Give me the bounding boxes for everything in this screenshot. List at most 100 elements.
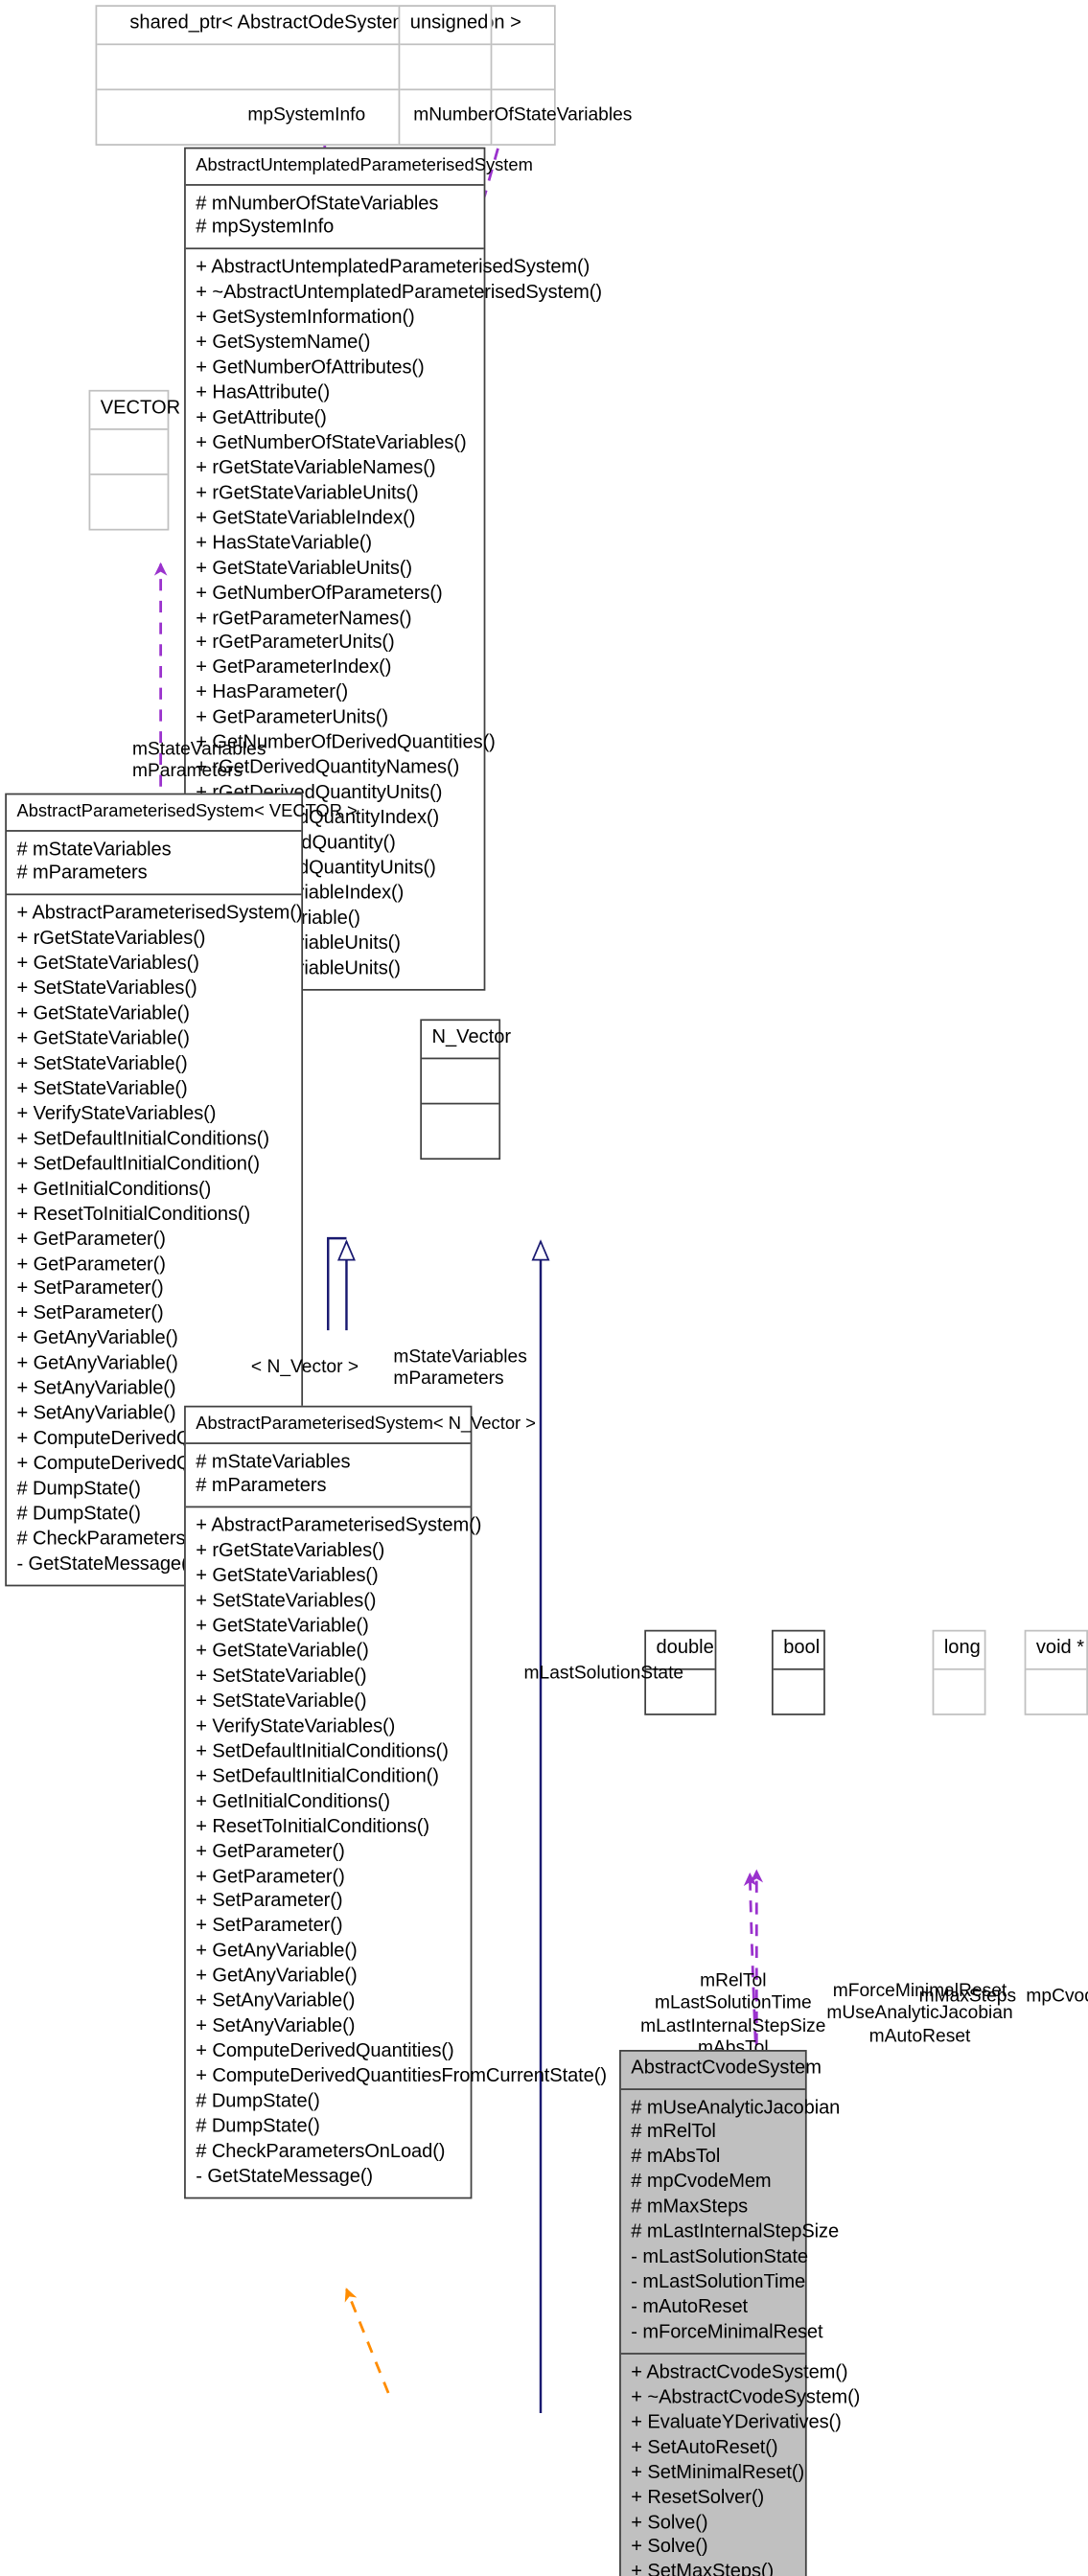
member-row: # DumpState() (196, 2091, 320, 2112)
member-row: + GetAnyVariable() (196, 1966, 358, 1988)
member-row: + SetStateVariables() (16, 978, 197, 1000)
class-title: AbstractCvodeSystem (631, 2058, 822, 2079)
member-row: + GetInitialConditions() (196, 1791, 391, 1812)
member-row: + SetMinimalReset() (631, 2462, 805, 2483)
class-box-n-vector[interactable]: N_Vector (420, 1019, 512, 1160)
member-row: - mLastSolutionTime (631, 2272, 806, 2293)
member-row: + EvaluateYDerivatives() (631, 2412, 842, 2433)
member-row: + SetAnyVariable() (196, 1991, 356, 2012)
class-title: VECTOR (100, 398, 181, 419)
member-row: + SetStateVariable() (16, 1054, 188, 1075)
member-row: + SetMaxSteps() (631, 2563, 775, 2576)
member-row: # mMaxSteps (631, 2197, 749, 2219)
member-row: + SetParameter() (196, 1917, 343, 1937)
member-row: + HasAttribute() (196, 382, 331, 403)
member-row: # mStateVariables (196, 1451, 351, 1472)
attributes-compartment: # mStateVariables # mParameters (7, 831, 301, 894)
member-row: + GetStateVariableUnits() (196, 558, 412, 579)
member-row: + AbstractCvodeSystem() (631, 2362, 848, 2383)
member-row: + GetStateVariable() (196, 1617, 369, 1637)
attributes-compartment (1026, 1669, 1086, 1713)
operations-compartment: + AbstractCvodeSystem() + ~AbstractCvodeS… (621, 2355, 861, 2576)
member-row: + VerifyStateVariables() (16, 1104, 217, 1125)
class-title: long (943, 1638, 981, 1659)
member-row: + GetStateVariables() (16, 954, 199, 975)
edge-label-mpsysteminfo: mpSystemInfo (247, 105, 366, 126)
edge-label-template-nvector: < N_Vector > (250, 1357, 359, 1378)
member-row: + SetDefaultInitialConditions() (196, 1741, 449, 1762)
member-row: + ~AbstractUntemplatedParameterisedSyste… (196, 283, 603, 304)
member-row: + rGetStateVariableNames() (196, 458, 436, 479)
class-title: bool (783, 1638, 821, 1659)
member-row: + VerifyStateVariables() (196, 1716, 396, 1737)
member-row: + GetAnyVariable() (196, 1942, 358, 1963)
member-row: # CheckParametersOnLoad() (196, 2141, 446, 2162)
member-row: + SetStateVariable() (196, 1691, 367, 1713)
class-box-bool[interactable]: bool (771, 1629, 825, 1714)
member-row: + ResetToInitialConditions() (196, 1816, 429, 1837)
member-row: + GetParameterUnits() (196, 708, 389, 729)
member-row: + rGetParameterUnits() (196, 632, 395, 654)
member-row: + SetDefaultInitialConditions() (16, 1129, 269, 1150)
scaled-wrapper: shared_ptr< AbstractOdeSystemInformation… (0, 0, 1088, 2576)
member-row: + SetAnyVariable() (16, 1379, 176, 1400)
member-row: + GetAnyVariable() (16, 1328, 178, 1349)
member-row: + SetAutoReset() (631, 2437, 778, 2458)
class-box-abstract-cvode-system[interactable]: AbstractCvodeSystem # mUseAnalyticJacobi… (619, 2050, 861, 2576)
member-row: + ResetSolver() (631, 2487, 765, 2508)
member-row: + HasParameter() (196, 682, 349, 703)
member-row: + rGetStateVariables() (196, 1541, 385, 1562)
class-box-abstract-parameterised-system-nvector[interactable]: AbstractParameterisedSystem< N_Vector > … (184, 1405, 607, 2198)
uml-diagram-canvas: shared_ptr< AbstractOdeSystemInformation… (0, 0, 1088, 2576)
member-row: - mAutoReset (631, 2297, 749, 2318)
member-row: + SetAnyVariable() (196, 2016, 356, 2037)
class-box-long[interactable]: long (932, 1629, 986, 1714)
member-row: # mStateVariables (16, 839, 172, 860)
member-row: + SetParameter() (16, 1278, 164, 1300)
edge-label-mmaxsteps: mMaxSteps (918, 1986, 1017, 2007)
member-row: + Solve() (631, 2512, 708, 2533)
class-box-void-pointer[interactable]: void * (1024, 1629, 1088, 1714)
member-row: + GetParameter() (16, 1254, 166, 1275)
member-row: # mNumberOfStateVariables (196, 193, 439, 214)
class-title: N_Vector (431, 1027, 512, 1048)
member-row: + Solve() (631, 2537, 708, 2558)
member-row: + GetNumberOfParameters() (196, 583, 443, 604)
class-box-vector[interactable]: VECTOR (88, 389, 181, 530)
attributes-compartment (774, 1669, 823, 1713)
operations-compartment: + AbstractParameterisedSystem() + rGetSta… (186, 1508, 607, 2196)
member-row: + GetStateVariable() (16, 1028, 190, 1049)
member-row: + GetSystemInformation() (196, 308, 415, 329)
member-row: + SetDefaultInitialCondition() (196, 1766, 439, 1787)
member-row: # mUseAnalyticJacobian (631, 2097, 841, 2118)
member-row: + rGetParameterNames() (196, 608, 412, 629)
member-row: + GetStateVariables() (196, 1566, 379, 1587)
member-row: # mParameters (196, 1476, 327, 1497)
member-row: + HasStateVariable() (196, 533, 373, 554)
class-title: void * (1035, 1638, 1085, 1659)
member-row: # mRelTol (631, 2122, 716, 2143)
member-row: + ResetToInitialConditions() (16, 1204, 251, 1225)
edge-label-mnumberofstatevariables: mNumberOfStateVariables (413, 105, 633, 126)
member-row: + SetStateVariable() (16, 1079, 188, 1100)
member-row: # mAbsTol (631, 2147, 721, 2168)
attributes-compartment (400, 44, 490, 87)
edge-label-mlastsolutionstate: mLastSolutionState (523, 1663, 684, 1684)
member-row: + GetParameter() (16, 1229, 166, 1250)
member-row: + AbstractParameterisedSystem() (16, 904, 303, 925)
attributes-compartment (934, 1669, 984, 1713)
member-row: + GetNumberOfAttributes() (196, 357, 425, 379)
member-row: + GetParameter() (196, 1841, 345, 1862)
member-row: - mLastSolutionState (631, 2247, 808, 2268)
class-title: unsigned (409, 12, 489, 34)
member-row: + rGetStateVariableUnits() (196, 483, 419, 504)
attributes-compartment: # mUseAnalyticJacobian # mRelTol # mAbsTol… (621, 2089, 841, 2353)
edge-label-state-params-upper: mStateVariables mParameters (131, 739, 266, 783)
edge-label-mpcvodemem: mpCvodeMem (1026, 1986, 1088, 2007)
member-row: + ~AbstractCvodeSystem() (631, 2387, 861, 2408)
member-row: + SetStateVariables() (196, 1591, 377, 1612)
member-row: + GetParameterIndex() (196, 657, 392, 678)
member-row: + ComputeDerivedQuantitiesFromCurrentSta… (196, 2066, 607, 2087)
attributes-compartment (422, 1058, 498, 1101)
member-row: + rGetStateVariables() (16, 929, 206, 950)
